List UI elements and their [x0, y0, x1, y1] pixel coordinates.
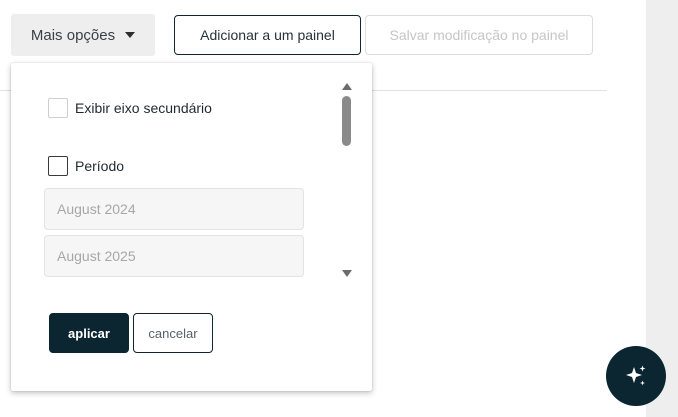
period-label: Período — [75, 158, 125, 174]
secondary-axis-label: Exibir eixo secundário — [75, 100, 212, 116]
period-checkbox[interactable] — [48, 156, 68, 176]
period-start-placeholder: August 2024 — [57, 201, 136, 217]
page: Mais opções Adicionar a um painel Salvar… — [0, 0, 678, 417]
more-options-label: Mais opções — [30, 26, 116, 44]
caret-down-icon — [125, 32, 136, 38]
more-options-button[interactable]: Mais opções — [11, 14, 155, 56]
period-option[interactable]: Período — [48, 156, 124, 176]
scroll-down-arrow-icon[interactable] — [342, 270, 352, 277]
secondary-axis-option[interactable]: Exibir eixo secundário — [48, 98, 212, 118]
cancel-button[interactable]: cancelar — [133, 313, 213, 353]
save-changes-label: Salvar modificação no painel — [389, 27, 569, 43]
assistant-button[interactable] — [606, 346, 666, 406]
scroll-up-arrow-icon[interactable] — [342, 83, 352, 90]
apply-button[interactable]: aplicar — [49, 313, 129, 353]
period-start-field: August 2024 — [44, 188, 304, 230]
period-end-placeholder: August 2025 — [57, 248, 136, 264]
secondary-axis-checkbox[interactable] — [48, 98, 68, 118]
cancel-label: cancelar — [148, 325, 198, 341]
add-to-panel-button[interactable]: Adicionar a um painel — [174, 15, 361, 55]
scrollbar-thumb[interactable] — [342, 96, 351, 146]
save-changes-button: Salvar modificação no painel — [365, 15, 593, 55]
sparkle-icon — [626, 365, 646, 386]
add-to-panel-label: Adicionar a um painel — [200, 27, 335, 43]
apply-label: aplicar — [68, 325, 110, 341]
period-end-field: August 2025 — [44, 235, 304, 277]
more-options-dropdown: Exibir eixo secundário Período August 20… — [11, 63, 372, 391]
